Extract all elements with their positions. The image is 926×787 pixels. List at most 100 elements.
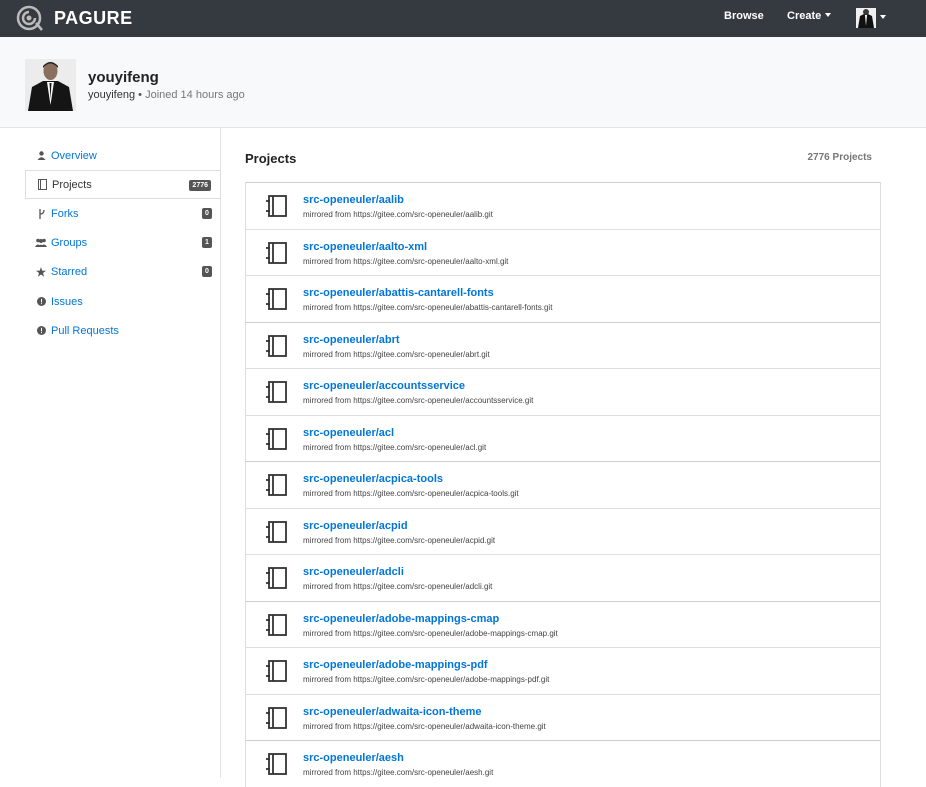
avatar-image	[856, 8, 876, 28]
project-link[interactable]: src-openeuler/aalib	[303, 194, 404, 206]
page-title: Projects	[245, 151, 297, 166]
project-link[interactable]: src-openeuler/acl	[303, 427, 394, 439]
project-count: 2776 Projects	[807, 152, 873, 163]
separator: •	[138, 89, 143, 101]
book-icon	[266, 427, 287, 450]
list-item: src-openeuler/aalib mirrored from https:…	[245, 182, 881, 229]
project-description: mirrored from https://gitee.com/src-open…	[303, 489, 519, 498]
list-item: src-openeuler/aesh mirrored from https:/…	[245, 740, 881, 787]
project-link[interactable]: src-openeuler/acpica-tools	[303, 473, 443, 485]
project-link[interactable]: src-openeuler/aalto-xml	[303, 241, 427, 253]
exclamation-icon	[35, 296, 47, 308]
project-link[interactable]: src-openeuler/adobe-mappings-cmap	[303, 613, 499, 625]
sidebar-item-forks[interactable]: Forks 0	[25, 199, 221, 228]
profile-avatar	[25, 59, 76, 111]
project-description: mirrored from https://gitee.com/src-open…	[303, 396, 534, 405]
project-description: mirrored from https://gitee.com/src-open…	[303, 442, 487, 452]
list-item: src-openeuler/adobe-mappings-cmap mirror…	[245, 600, 881, 647]
sidebar-item-label: Starred	[51, 265, 88, 278]
project-description: mirrored from https://gitee.com/src-open…	[303, 582, 493, 591]
book-icon	[266, 334, 287, 357]
project-link[interactable]: src-openeuler/adwaita-icon-theme	[303, 706, 482, 718]
chevron-down-icon	[825, 13, 832, 18]
list-item: src-openeuler/adcli mirrored from https:…	[245, 554, 881, 601]
sidebar-item-pull-requests[interactable]: Pull Requests	[25, 316, 221, 345]
project-link[interactable]: src-openeuler/accountsservice	[303, 380, 465, 392]
book-icon	[266, 195, 287, 217]
count-badge: 1	[202, 237, 212, 248]
create-menu[interactable]: Create	[787, 10, 832, 22]
sidebar-item-projects[interactable]: Projects 2776	[25, 170, 221, 199]
count-badge: 2776	[189, 180, 211, 191]
brand-home-link[interactable]: PAGURE	[16, 5, 133, 31]
joined-date: Joined 14 hours ago	[145, 89, 245, 101]
book-icon	[36, 179, 48, 191]
list-item: src-openeuler/abrt mirrored from https:/…	[245, 321, 881, 368]
profile-handle: youyifeng	[88, 89, 136, 101]
project-description: mirrored from https://gitee.com/src-open…	[303, 303, 553, 312]
project-description: mirrored from https://gitee.com/src-open…	[303, 256, 509, 266]
sidebar-item-label: Pull Requests	[51, 324, 119, 337]
top-navbar: PAGURE Browse Create	[0, 0, 926, 37]
book-icon	[266, 660, 287, 682]
list-item: src-openeuler/adobe-mappings-pdf mirrore…	[245, 647, 881, 694]
avatar	[856, 8, 876, 28]
create-label: Create	[787, 10, 822, 22]
project-description: mirrored from https://gitee.com/src-open…	[303, 210, 493, 219]
project-description: mirrored from https://gitee.com/src-open…	[303, 675, 550, 684]
count-badge: 0	[202, 266, 212, 277]
sidebar-item-label: Groups	[51, 236, 88, 249]
book-icon	[266, 381, 287, 403]
profile-subtitle: youyifeng • Joined 14 hours ago	[88, 89, 245, 101]
project-description: mirrored from https://gitee.com/src-open…	[303, 768, 494, 777]
sidebar-item-label: Overview	[51, 149, 97, 162]
book-icon	[266, 520, 287, 543]
user-icon	[35, 150, 47, 162]
project-link[interactable]: src-openeuler/abrt	[303, 334, 400, 346]
book-icon	[266, 706, 287, 729]
list-item: src-openeuler/abattis-cantarell-fonts mi…	[245, 275, 881, 322]
project-link[interactable]: src-openeuler/aesh	[303, 752, 404, 764]
book-icon	[266, 241, 287, 264]
sidebar-item-overview[interactable]: Overview	[25, 141, 221, 170]
chevron-down-icon	[880, 15, 886, 19]
star-icon	[35, 266, 47, 278]
project-list: src-openeuler/aalib mirrored from https:…	[245, 182, 881, 787]
sidebar-item-label: Projects	[52, 178, 92, 191]
exclamation-icon	[35, 325, 47, 337]
sidebar-item-starred[interactable]: Starred 0	[25, 257, 221, 286]
sidebar-item-label: Issues	[51, 295, 83, 308]
user-menu[interactable]	[856, 8, 886, 28]
book-icon	[266, 567, 287, 589]
list-item: src-openeuler/acpid mirrored from https:…	[245, 507, 881, 554]
project-description: mirrored from https://gitee.com/src-open…	[303, 628, 558, 638]
list-item: src-openeuler/accountsservice mirrored f…	[245, 368, 881, 415]
sidebar-item-issues[interactable]: Issues	[25, 287, 221, 316]
project-description: mirrored from https://gitee.com/src-open…	[303, 535, 496, 545]
list-item: src-openeuler/aalto-xml mirrored from ht…	[245, 228, 881, 275]
project-description: mirrored from https://gitee.com/src-open…	[303, 721, 546, 731]
users-icon	[35, 237, 47, 249]
pagure-logo-icon	[16, 5, 43, 31]
list-item: src-openeuler/acl mirrored from https://…	[245, 414, 881, 461]
book-icon	[266, 474, 287, 496]
brand-name: PAGURE	[54, 7, 133, 28]
book-icon	[266, 753, 287, 775]
profile-header: youyifeng youyifeng • Joined 14 hours ag…	[0, 37, 926, 128]
project-link[interactable]: src-openeuler/adobe-mappings-pdf	[303, 659, 488, 671]
count-badge: 0	[202, 208, 212, 219]
list-item: src-openeuler/adwaita-icon-theme mirrore…	[245, 693, 881, 740]
project-description: mirrored from https://gitee.com/src-open…	[303, 349, 490, 359]
project-link[interactable]: src-openeuler/adcli	[303, 566, 404, 578]
profile-name: youyifeng	[88, 69, 159, 86]
book-icon	[266, 288, 287, 310]
project-link[interactable]: src-openeuler/abattis-cantarell-fonts	[303, 287, 494, 299]
sidebar-item-groups[interactable]: Groups 1	[25, 228, 221, 257]
list-item: src-openeuler/acpica-tools mirrored from…	[245, 461, 881, 508]
browse-menu[interactable]: Browse	[724, 10, 764, 22]
fork-icon	[35, 208, 47, 220]
book-icon	[266, 613, 287, 636]
profile-avatar-image	[25, 59, 76, 111]
project-link[interactable]: src-openeuler/acpid	[303, 520, 408, 532]
sidebar-item-label: Forks	[51, 207, 79, 220]
